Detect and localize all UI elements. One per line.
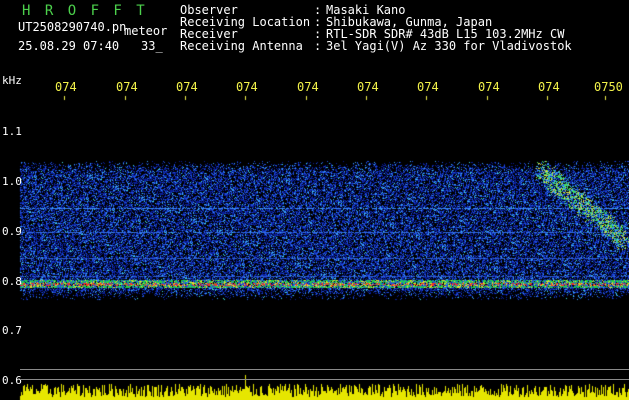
spectrogram-plot xyxy=(0,0,629,400)
x-tick-label: 074 xyxy=(357,80,379,94)
info-values: Masaki Kano Shibukawa, Gunma, Japan RTL-… xyxy=(326,4,572,52)
datetime: 25.08.29 07:40 xyxy=(18,39,120,53)
info-label-antenna: Receiving Antenna xyxy=(180,39,303,53)
colon: : xyxy=(314,39,322,53)
x-tick-label: 074 xyxy=(297,80,319,94)
x-tick-label: 074 xyxy=(417,80,439,94)
y-tick-label: 0.6 xyxy=(2,374,22,387)
filename: UT2508290740.pn xyxy=(18,20,127,34)
baseline-upper xyxy=(20,369,629,370)
app-title: H R O F F T xyxy=(22,3,148,19)
x-tick-label: 074 xyxy=(55,80,77,94)
meteor-label: meteor xyxy=(124,24,168,38)
x-tick-label: 0750 xyxy=(594,80,623,94)
y-tick-label: 1.0 xyxy=(2,175,22,188)
y-axis-unit: kHz xyxy=(2,74,22,87)
info-value-antenna: 3el Yagi(V) Az 330 for Vladivostok xyxy=(326,39,572,53)
info-colons: : : : : xyxy=(314,4,321,52)
baseline-lower xyxy=(20,379,629,380)
x-tick-label: 074 xyxy=(116,80,138,94)
info-labels: Observer Receiving Location Receiver Rec… xyxy=(180,4,310,52)
y-tick-label: 0.9 xyxy=(2,225,22,238)
x-tick-label: 074 xyxy=(478,80,500,94)
meteor-count: 33_ xyxy=(141,39,163,53)
y-tick-label: 0.8 xyxy=(2,275,22,288)
y-tick-label: 1.1 xyxy=(2,125,22,138)
x-tick-label: 074 xyxy=(538,80,560,94)
x-tick-label: 074 xyxy=(176,80,198,94)
y-tick-label: 0.7 xyxy=(2,324,22,337)
x-tick-label: 074 xyxy=(236,80,258,94)
hrofft-window: H R O F F T UT2508290740.pn meteor 25.08… xyxy=(0,0,629,400)
